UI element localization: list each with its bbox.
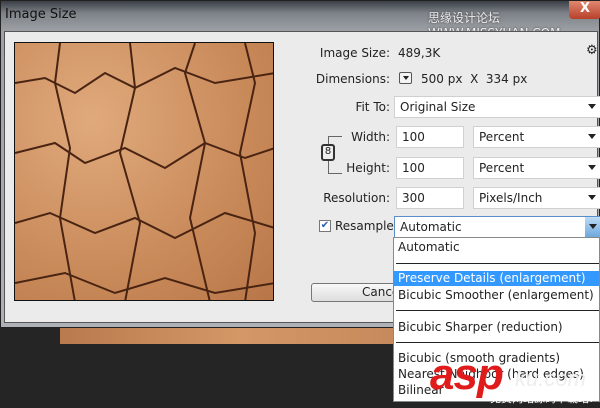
constrain-proportions-chain-icon[interactable]: 8 [321, 144, 335, 161]
chevron-down-icon [588, 104, 596, 109]
separator [396, 263, 599, 264]
dialog-title: Image Size [5, 7, 77, 22]
height-input[interactable]: 100 [396, 157, 464, 179]
height-unit-value: Percent [479, 161, 525, 175]
width-input[interactable]: 100 [396, 126, 464, 148]
crack-texture [15, 43, 273, 300]
resample-value: Automatic [400, 220, 462, 234]
dimensions-value: 500 px X 334 px [421, 72, 528, 86]
width-label: Width: [351, 130, 390, 144]
dimensions-unit-toggle[interactable] [399, 72, 412, 84]
dimensions-label: Dimensions: [315, 72, 390, 86]
chevron-down-icon [589, 224, 597, 229]
image-preview[interactable] [14, 42, 274, 301]
option-preserve-details[interactable]: Preserve Details (enlargement) [394, 271, 599, 286]
option-bicubic-smoother[interactable]: Bicubic Smoother (enlargement) [394, 288, 599, 303]
watermark-tagline: 免费网站源码下载站! [490, 392, 594, 405]
width-unit-value: Percent [479, 130, 525, 144]
width-unit-select[interactable]: Percent [473, 126, 600, 148]
resample-select[interactable]: Automatic [394, 216, 600, 238]
fit-to-select[interactable]: Original Size [394, 96, 600, 118]
chevron-down-icon [588, 195, 596, 200]
chevron-down-icon [588, 134, 596, 139]
fit-to-value: Original Size [400, 100, 476, 114]
resample-dropdown-button[interactable] [585, 217, 600, 237]
height-label: Height: [346, 161, 390, 175]
separator [396, 310, 599, 311]
height-unit-select[interactable]: Percent [473, 157, 600, 179]
resolution-unit-select[interactable]: Pixels/Inch [473, 187, 600, 209]
image-size-label: Image Size: [319, 46, 390, 60]
cancel-button[interactable]: Cancel [311, 283, 403, 302]
resolution-unit-value: Pixels/Inch [479, 191, 543, 205]
close-button[interactable]: X [569, 1, 600, 19]
resolution-label: Resolution: [323, 191, 390, 205]
fit-to-label: Fit To: [355, 100, 390, 114]
chevron-down-icon [588, 165, 596, 170]
option-bicubic-sharper[interactable]: Bicubic Sharper (reduction) [394, 320, 599, 335]
watermark-domain: ku.com [515, 366, 586, 391]
chevron-down-icon [403, 76, 409, 80]
resolution-input[interactable]: 300 [396, 187, 464, 209]
gear-icon[interactable]: ⚙ [586, 43, 598, 58]
option-automatic[interactable]: Automatic [394, 240, 599, 255]
separator [396, 342, 599, 343]
image-size-value: 489,3K [398, 46, 441, 60]
resample-checkbox[interactable]: ✔ [319, 220, 331, 232]
resample-label: Resample: [335, 219, 398, 233]
